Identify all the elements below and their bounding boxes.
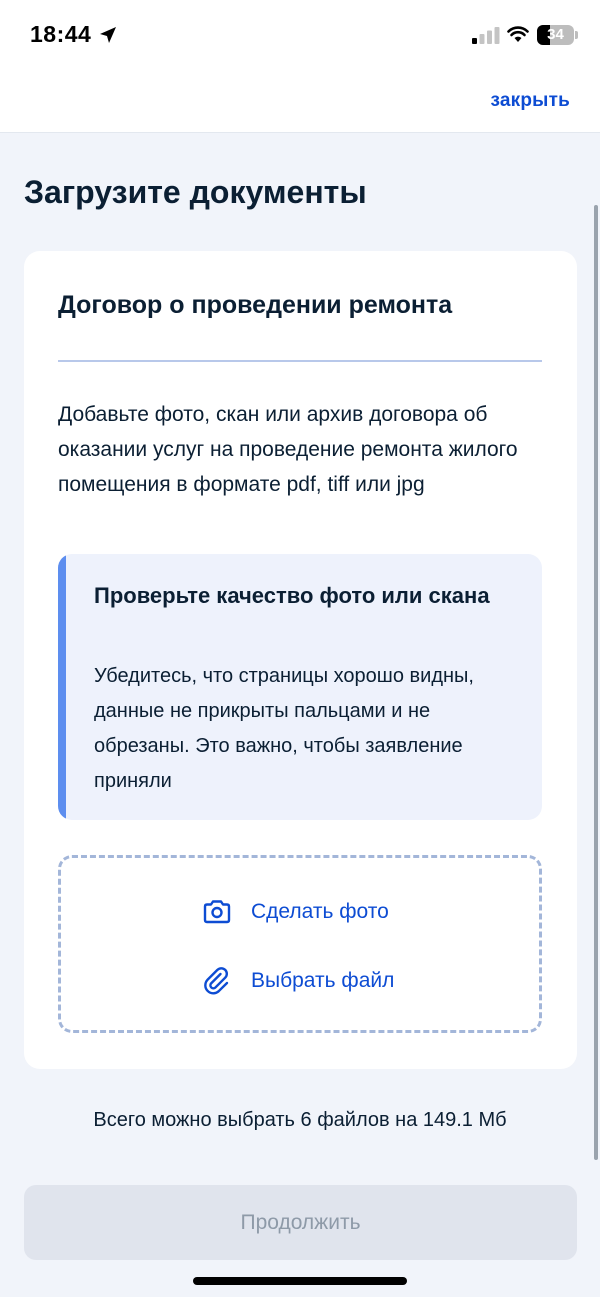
divider bbox=[58, 360, 542, 362]
battery-percentage: 34 bbox=[547, 26, 564, 43]
cellular-signal-icon bbox=[472, 27, 500, 44]
document-description: Добавьте фото, скан или архив договора о… bbox=[58, 403, 518, 496]
document-card: Договор о проведении ремонта Добавьте фо… bbox=[24, 251, 577, 1069]
close-button[interactable]: закрыть bbox=[491, 90, 571, 112]
status-bar: 18:44 34 bbox=[0, 0, 600, 70]
upload-dropzone[interactable]: Сделать фото Выбрать файл bbox=[58, 855, 542, 1033]
hint-accent-bar bbox=[58, 554, 66, 820]
hint-text: Убедитесь, что страницы хорошо видны, да… bbox=[94, 665, 474, 792]
scrollbar[interactable] bbox=[594, 205, 598, 1160]
choose-file-button[interactable]: Выбрать файл bbox=[201, 964, 394, 998]
document-title: Договор о проведении ремонта bbox=[58, 291, 453, 319]
battery-cap bbox=[575, 31, 578, 39]
paperclip-icon bbox=[204, 967, 229, 995]
home-indicator[interactable] bbox=[193, 1277, 407, 1285]
file-limit-note: Всего можно выбрать 6 файлов на 149.1 Мб bbox=[93, 1109, 507, 1131]
wifi-icon bbox=[507, 26, 529, 42]
battery-icon: 34 bbox=[537, 25, 574, 45]
continue-button[interactable]: Продолжить bbox=[24, 1185, 577, 1260]
take-photo-label: Сделать фото bbox=[251, 900, 389, 923]
top-bar: 18:44 34 закрыть bbox=[0, 0, 600, 133]
camera-icon bbox=[203, 900, 231, 924]
hint-title: Проверьте качество фото или скана bbox=[94, 583, 490, 608]
location-arrow-icon bbox=[100, 27, 116, 43]
status-time: 18:44 bbox=[30, 21, 92, 47]
choose-file-label: Выбрать файл bbox=[251, 969, 395, 992]
quality-hint: Проверьте качество фото или скана Убедит… bbox=[58, 554, 542, 820]
page-title: Загрузите документы bbox=[24, 174, 367, 210]
take-photo-button[interactable]: Сделать фото bbox=[201, 895, 389, 929]
